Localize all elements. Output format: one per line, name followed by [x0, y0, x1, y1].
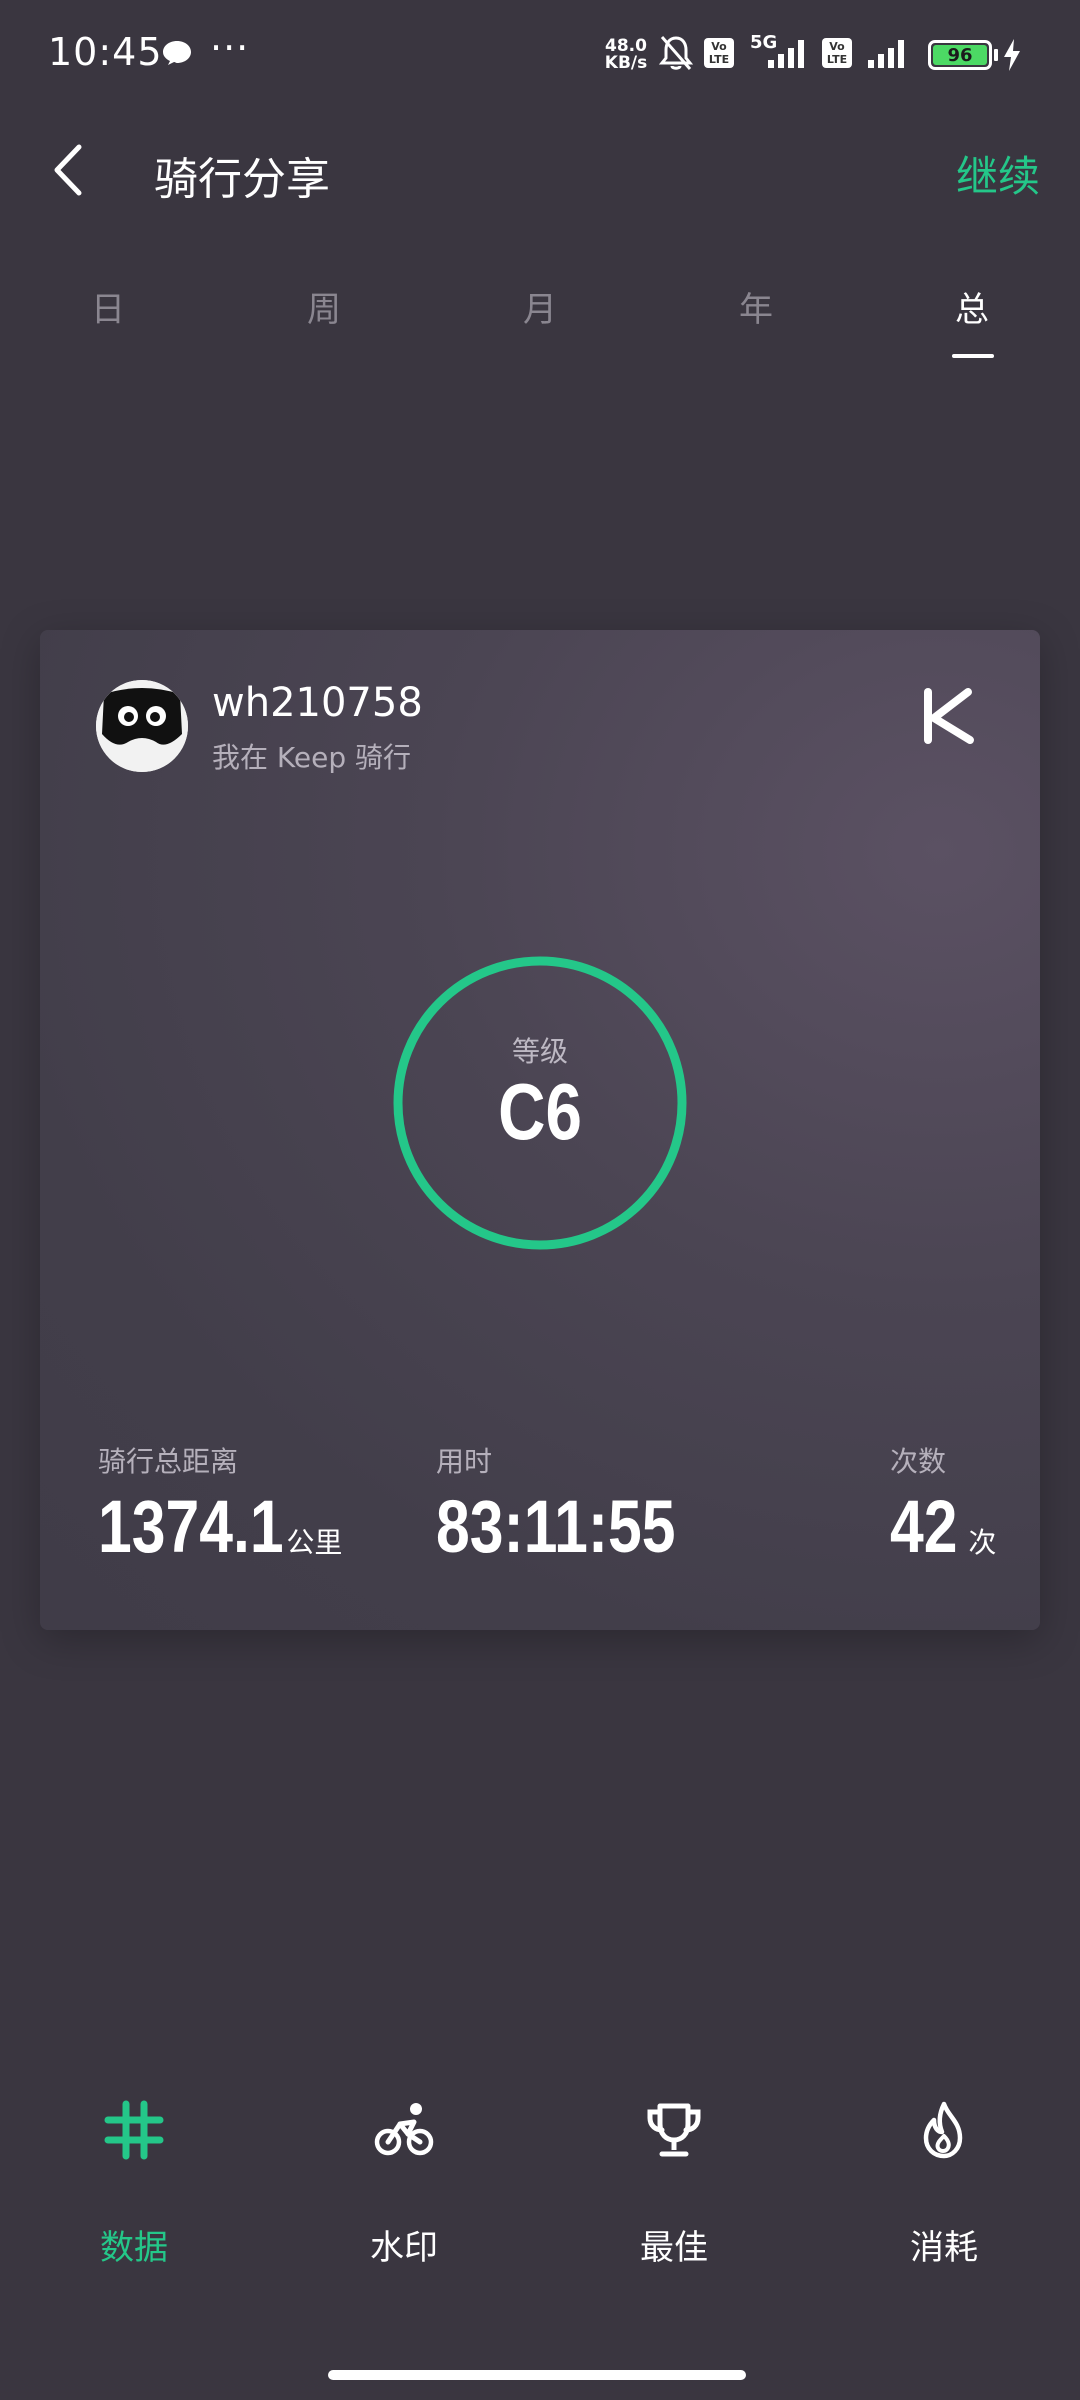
stat-label: 骑行总距离 [98, 1445, 239, 1478]
avatar [96, 680, 188, 772]
cyclist-icon [374, 2103, 434, 2156]
status-bar: 10:45 ··· 48.0 KB/s Vo LTE 5G Vo LTE 96 [0, 0, 1080, 110]
action-watermark[interactable]: 水印 [304, 2080, 504, 2280]
card-subtitle: 我在 Keep 骑行 [212, 741, 411, 774]
stat-unit: 公里 [286, 1526, 343, 1559]
volte-icon-2: Vo LTE [822, 38, 852, 68]
stat-count: 次数 42 次 [890, 1440, 996, 1569]
hash-icon [104, 2100, 164, 2160]
stat-label: 用时 [436, 1445, 493, 1478]
battery-level: 96 [933, 45, 987, 66]
username: wh210758 [212, 680, 423, 726]
trophy-icon [647, 2103, 701, 2157]
action-label: 数据 [100, 2228, 168, 2268]
back-button[interactable] [44, 140, 92, 200]
ride-share-screen: 10:45 ··· 48.0 KB/s Vo LTE 5G Vo LTE 96 … [0, 0, 1080, 2400]
mute-bell-icon [658, 36, 694, 70]
message-bubble-icon [163, 41, 191, 65]
tab-month[interactable]: 月 [480, 282, 600, 331]
charging-icon [1004, 39, 1020, 71]
period-tabs: 日 周 月 年 总 [0, 270, 1080, 360]
signal-icon-2 [868, 40, 904, 68]
level-value: C6 [498, 1067, 582, 1156]
volte-icon: Vo LTE [704, 38, 734, 68]
net-speed: 48.0 KB/s [604, 38, 648, 72]
battery-cap [994, 49, 998, 61]
stat-label: 次数 [890, 1445, 947, 1478]
home-indicator[interactable] [328, 2370, 746, 2380]
stat-unit: 次 [968, 1526, 997, 1559]
volte-label: Vo LTE [708, 40, 730, 66]
stat-distance: 骑行总距离 1374.1 公里 [98, 1440, 342, 1569]
action-label: 最佳 [640, 2228, 708, 2268]
stat-duration: 用时 83:11:55 [436, 1440, 728, 1569]
action-calories[interactable]: 消耗 [844, 2080, 1044, 2280]
stat-value: 42 [890, 1485, 958, 1568]
tab-year[interactable]: 年 [696, 282, 816, 331]
action-label: 消耗 [910, 2228, 978, 2268]
net-speed-unit: KB/s [604, 53, 648, 73]
volte-label: Vo LTE [826, 40, 848, 66]
page-title: 骑行分享 [154, 154, 330, 205]
avatar-image [96, 680, 188, 772]
keep-logo-icon [924, 688, 974, 744]
action-label: 水印 [370, 2228, 438, 2268]
share-card: wh210758 我在 Keep 骑行 等级 C6 骑行总距离 1374.1 公… [40, 630, 1040, 1630]
tab-day[interactable]: 日 [48, 282, 168, 331]
level-label: 等级 [511, 1035, 568, 1068]
bottom-action-bar: 数据 水印 最佳 消耗 [0, 2080, 1080, 2280]
tab-total[interactable]: 总 [912, 282, 1032, 331]
chevron-left-icon [54, 144, 82, 196]
tab-week[interactable]: 周 [264, 282, 384, 331]
flame-icon [923, 2101, 963, 2159]
signal-icon [768, 40, 804, 68]
active-tab-indicator [952, 354, 994, 358]
stat-value: 83:11:55 [436, 1485, 676, 1568]
action-data[interactable]: 数据 [34, 2080, 234, 2280]
status-more-dots: ··· [210, 26, 250, 70]
continue-button[interactable]: 继续 [956, 143, 1040, 204]
stat-value: 1374.1 [98, 1485, 284, 1568]
battery-icon: 96 [928, 40, 992, 70]
status-time: 10:45 [48, 30, 163, 74]
action-best[interactable]: 最佳 [574, 2080, 774, 2280]
